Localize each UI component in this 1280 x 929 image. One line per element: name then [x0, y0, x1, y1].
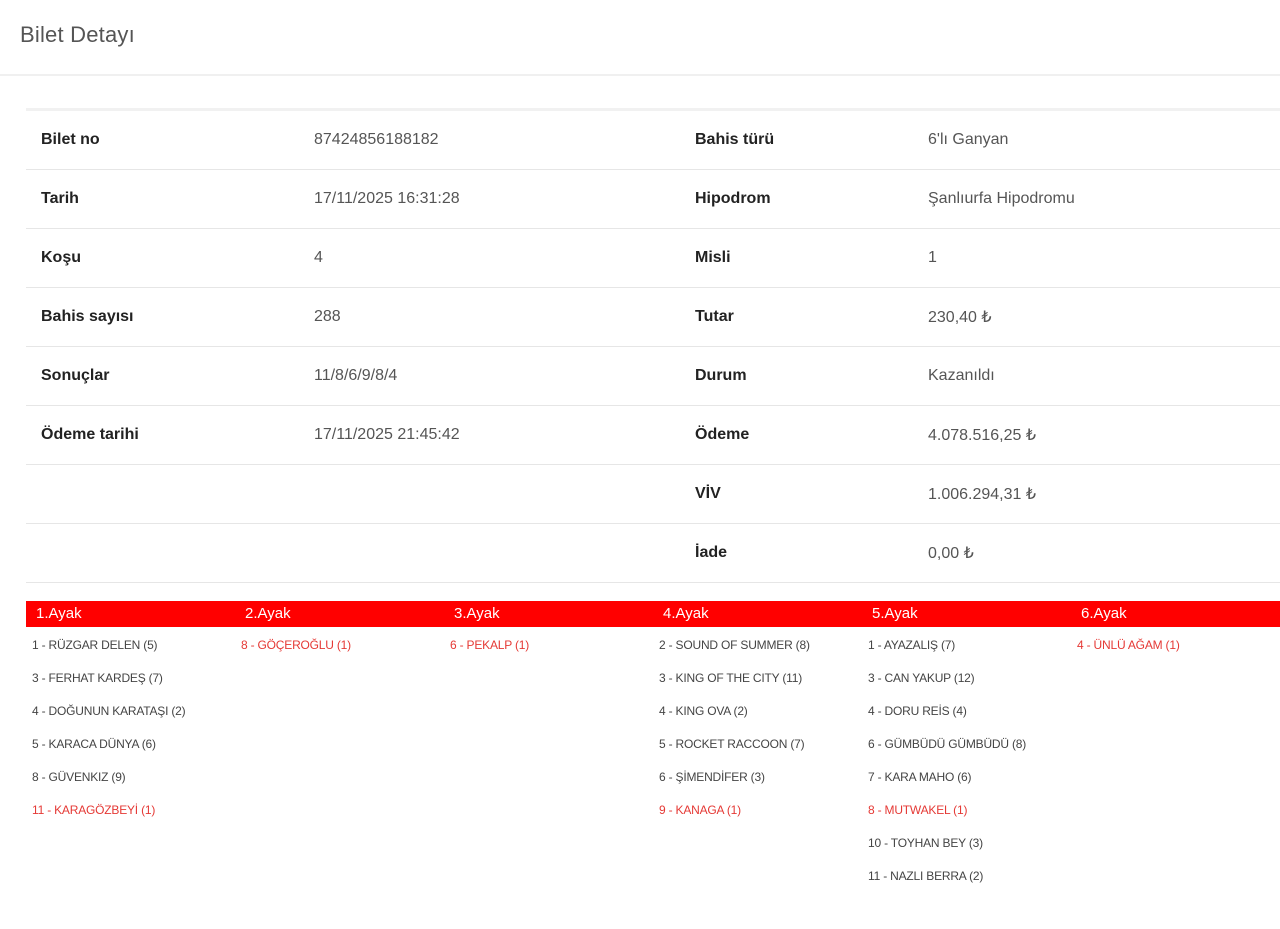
details-row: İade 0,00 ₺ — [26, 524, 1280, 583]
detail-value: 17/11/2025 21:45:42 — [314, 426, 460, 443]
details-row: VİV 1.006.294,31 ₺ — [26, 465, 1280, 524]
detail-value: 17/11/2025 16:31:28 — [314, 190, 460, 207]
winning-horse-entry: 4 - ÜNLÜ AĞAM (1) — [1077, 638, 1180, 652]
leg-title: 4.Ayak — [663, 605, 709, 622]
horse-entry: 11 - NAZLI BERRA (2) — [868, 869, 984, 883]
horse-entry: 4 - DORU REİS (4) — [868, 704, 967, 718]
detail-label: Misli — [695, 249, 731, 266]
leg-title: 1.Ayak — [36, 605, 82, 622]
leg-column: 2 - SOUND OF SUMMER (8) 3 - KING OF THE C… — [653, 627, 862, 900]
ticket-details-table: Bilet no 87424856188182 Bahis türü 6'lı Gan… — [26, 108, 1280, 583]
horse-entry: 4 - KING OVA (2) — [659, 704, 748, 718]
winning-horse-entry: 11 - KARAGÖZBEYİ (1) — [32, 803, 156, 817]
legs-header: 1.Ayak 2.Ayak 3.Ayak 4.Ayak 5.Ayak 6.Ayak — [26, 601, 1280, 627]
leg-column: 4 - ÜNLÜ AĞAM (1) — [1071, 627, 1280, 900]
winning-horse-entry: 8 - MUTWAKEL (1) — [868, 803, 968, 817]
details-row: Koşu 4 Misli 1 — [26, 229, 1280, 288]
detail-label: İade — [695, 544, 728, 561]
leg-column: 1 - AYAZALIŞ (7) 3 - CAN YAKUP (12) 4 - DO… — [862, 627, 1071, 900]
detail-label: Ödeme tarihi — [41, 426, 139, 443]
detail-label: Hipodrom — [695, 190, 771, 207]
detail-label: Durum — [695, 367, 747, 384]
detail-value: 0,00 ₺ — [928, 545, 974, 562]
detail-value: 230,40 ₺ — [928, 309, 992, 326]
leg-title: 3.Ayak — [454, 605, 500, 622]
detail-value: 288 — [314, 308, 341, 325]
detail-value: 11/8/6/9/8/4 — [314, 367, 398, 384]
detail-label: Bilet no — [41, 131, 100, 148]
detail-value: 1.006.294,31 ₺ — [928, 486, 1037, 503]
horse-entry: 7 - KARA MAHO (6) — [868, 770, 972, 784]
detail-label: Tarih — [41, 190, 79, 207]
leg-column: 6 - PEKALP (1) — [444, 627, 653, 900]
winning-horse-entry: 8 - GÖÇEROĞLU (1) — [241, 638, 351, 652]
detail-label: Ödeme — [695, 426, 750, 443]
details-row: Ödeme tarihi 17/11/2025 21:45:42 Ödeme 4.07… — [26, 406, 1280, 465]
horse-entry: 1 - AYAZALIŞ (7) — [868, 638, 956, 652]
leg-title: 6.Ayak — [1081, 605, 1127, 622]
detail-label: Koşu — [41, 249, 81, 266]
horse-entry: 6 - ŞİMENDİFER (3) — [659, 770, 765, 784]
horse-entry: 3 - CAN YAKUP (12) — [868, 671, 975, 685]
legs-body: 1 - RÜZGAR DELEN (5) 3 - FERHAT KARDEŞ (7… — [26, 627, 1280, 900]
details-row: Sonuçlar 11/8/6/9/8/4 Durum Kazanıldı — [26, 347, 1280, 406]
page-header: Bilet Detayı — [0, 0, 1280, 76]
detail-label: Tutar — [695, 308, 734, 325]
detail-value: Şanlıurfa Hipodromu — [928, 190, 1075, 207]
detail-value: Kazanıldı — [928, 367, 995, 384]
detail-label: VİV — [695, 485, 721, 502]
detail-value: 6'lı Ganyan — [928, 131, 1009, 148]
horse-entry: 3 - KING OF THE CITY (11) — [659, 671, 803, 685]
leg-column: 8 - GÖÇEROĞLU (1) — [235, 627, 444, 900]
detail-label: Bahis türü — [695, 131, 775, 148]
details-row: Tarih 17/11/2025 16:31:28 Hipodrom Şanlıurf… — [26, 170, 1280, 229]
horse-entry: 2 - SOUND OF SUMMER (8) — [659, 638, 810, 652]
horse-entry: 10 - TOYHAN BEY (3) — [868, 836, 983, 850]
page-title: Bilet Detayı — [20, 22, 135, 47]
leg-title: 5.Ayak — [872, 605, 918, 622]
detail-label: Sonuçlar — [41, 367, 110, 384]
detail-value: 4.078.516,25 ₺ — [928, 427, 1037, 444]
horse-entry: 4 - DOĞUNUN KARATAŞI (2) — [32, 704, 186, 718]
legs-section: 1.Ayak 2.Ayak 3.Ayak 4.Ayak 5.Ayak 6.Ayak 1 -… — [26, 601, 1280, 900]
detail-value: 1 — [928, 249, 937, 266]
detail-value: 87424856188182 — [314, 131, 439, 148]
horse-entry: 5 - ROCKET RACCOON (7) — [659, 737, 805, 751]
detail-value: 4 — [314, 249, 323, 266]
horse-entry: 5 - KARACA DÜNYA (6) — [32, 737, 156, 751]
detail-label: Bahis sayısı — [41, 308, 134, 325]
horse-entry: 8 - GÜVENKIZ (9) — [32, 770, 126, 784]
leg-column: 1 - RÜZGAR DELEN (5) 3 - FERHAT KARDEŞ (7… — [26, 627, 235, 900]
horse-entry: 1 - RÜZGAR DELEN (5) — [32, 638, 158, 652]
details-row: Bilet no 87424856188182 Bahis türü 6'lı Gan… — [26, 111, 1280, 170]
winning-horse-entry: 9 - KANAGA (1) — [659, 803, 741, 817]
horse-entry: 6 - GÜMBÜDÜ GÜMBÜDÜ (8) — [868, 737, 1027, 751]
horse-entry: 3 - FERHAT KARDEŞ (7) — [32, 671, 163, 685]
leg-title: 2.Ayak — [245, 605, 291, 622]
details-row: Bahis sayısı 288 Tutar 230,40 ₺ — [26, 288, 1280, 347]
winning-horse-entry: 6 - PEKALP (1) — [450, 638, 530, 652]
